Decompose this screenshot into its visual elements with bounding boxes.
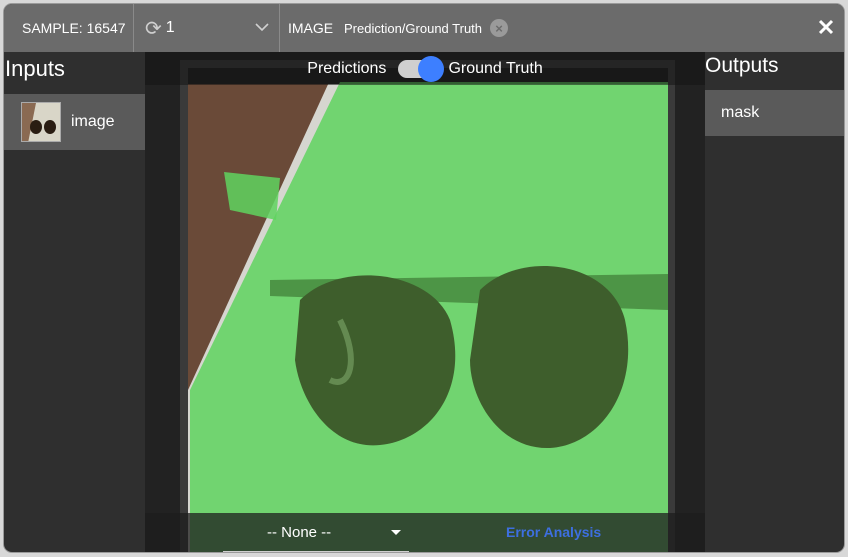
outputs-title: Outputs bbox=[705, 54, 779, 77]
chip-label: Prediction/Ground Truth bbox=[344, 20, 483, 36]
output-item-label: mask bbox=[721, 104, 760, 121]
close-chip-icon[interactable]: × bbox=[490, 19, 509, 37]
error-analysis-link[interactable]: Error Analysis bbox=[506, 524, 601, 540]
toggle-left-label: Predictions bbox=[307, 59, 387, 77]
view-chip[interactable]: Prediction/Ground Truth × bbox=[344, 4, 509, 52]
select-value: -- None -- bbox=[267, 523, 332, 541]
sample-selector[interactable]: ⟳ 1 bbox=[135, 4, 280, 52]
dropdown-caret-icon[interactable] bbox=[391, 530, 401, 535]
analysis-bar: -- None -- Error Analysis bbox=[145, 513, 705, 552]
toggle-right-label: Ground Truth bbox=[448, 59, 543, 77]
sample-image-with-mask bbox=[180, 60, 675, 552]
close-icon[interactable] bbox=[816, 17, 836, 37]
refresh-icon[interactable]: ⟳ bbox=[145, 16, 162, 41]
image-label: IMAGE bbox=[288, 20, 334, 36]
selector-value: 1 bbox=[165, 19, 175, 36]
input-item-image[interactable]: image bbox=[4, 94, 145, 150]
chevron-down-icon[interactable] bbox=[255, 20, 269, 34]
sample-label: SAMPLE: 16547 bbox=[22, 20, 126, 36]
error-analysis-select[interactable]: -- None -- bbox=[223, 513, 409, 552]
sample-viewer-window: SAMPLE: 16547 ⟳ 1 IMAGE Prediction/Groun… bbox=[4, 4, 844, 552]
image-viewer: Predictions Ground Truth -- None -- Erro… bbox=[145, 52, 705, 552]
output-item-mask[interactable]: mask bbox=[705, 90, 844, 136]
toggle-knob[interactable] bbox=[418, 55, 445, 82]
inputs-title: Inputs bbox=[5, 56, 65, 81]
sample-indicator: SAMPLE: 16547 bbox=[4, 4, 134, 52]
prediction-toggle-bar: Predictions Ground Truth bbox=[145, 52, 705, 85]
top-bar: SAMPLE: 16547 ⟳ 1 IMAGE Prediction/Groun… bbox=[4, 4, 844, 52]
image-section-label: IMAGE bbox=[288, 4, 333, 52]
prediction-ground-truth-toggle[interactable] bbox=[398, 55, 445, 82]
input-item-label: image bbox=[71, 113, 115, 130]
image-thumbnail bbox=[21, 102, 61, 142]
